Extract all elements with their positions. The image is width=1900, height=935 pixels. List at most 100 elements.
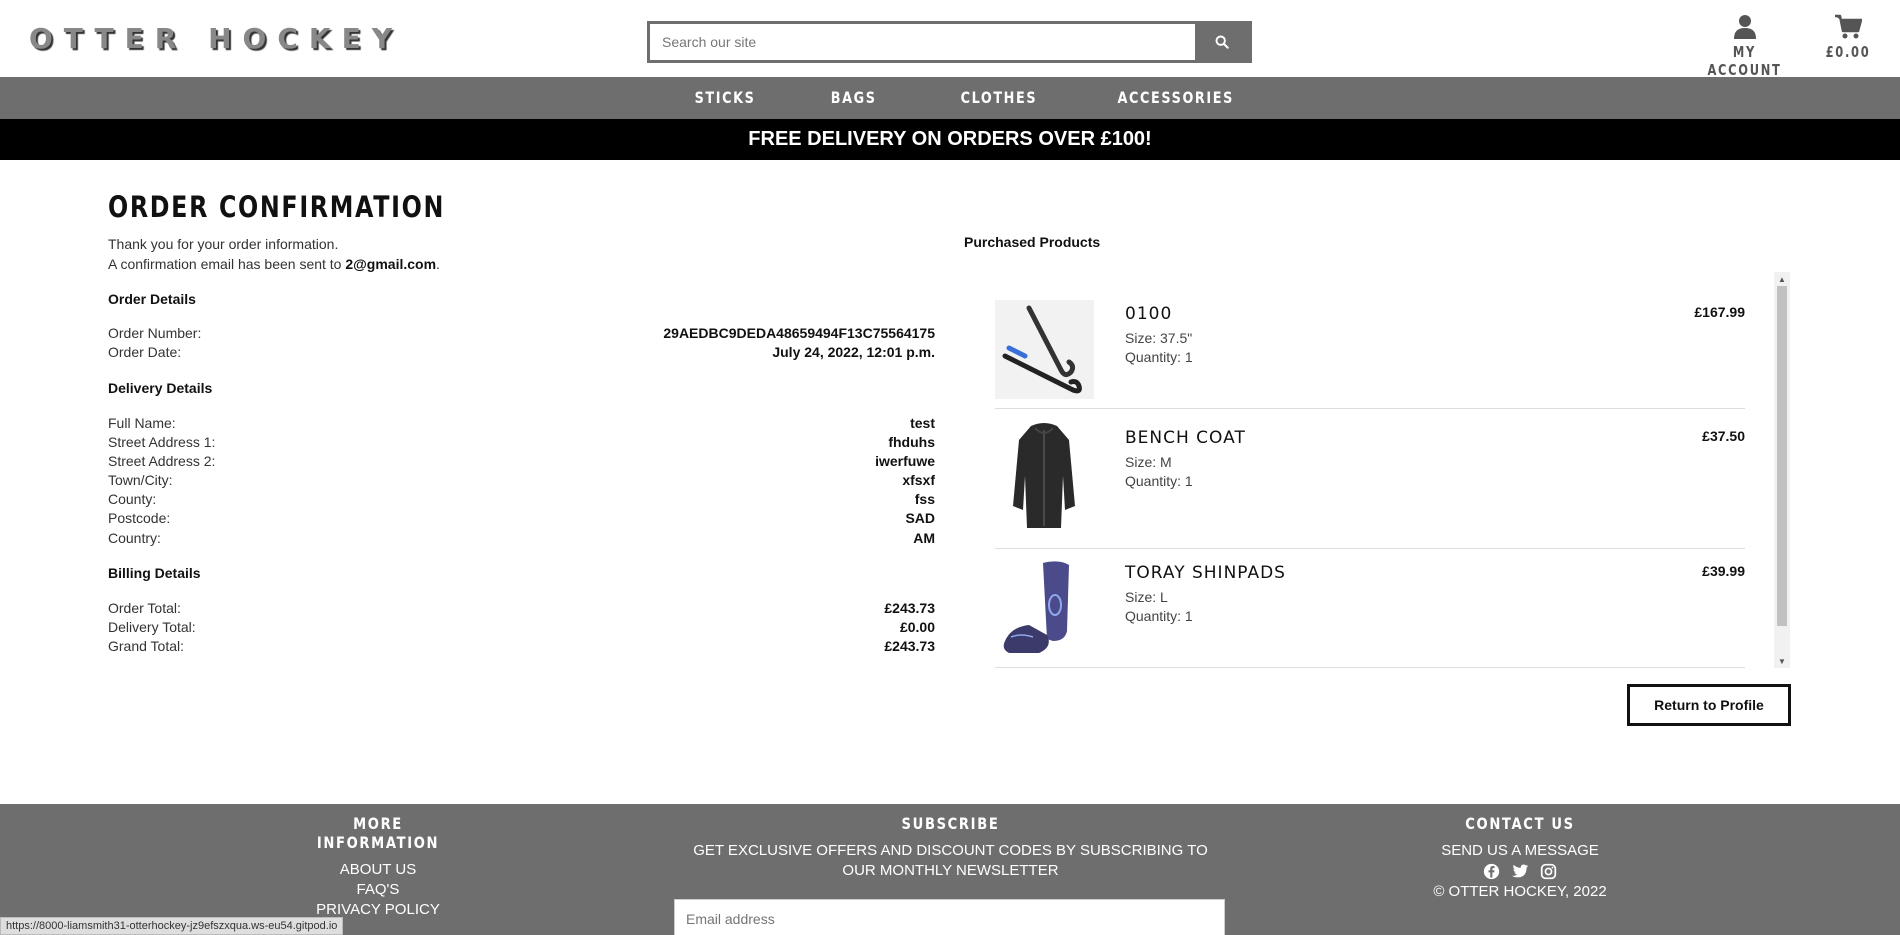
thank-you-text: Thank you for your order information.	[108, 236, 339, 252]
site-header: OTTER HOCKEY MY ACCOUNT £0.00	[0, 0, 1900, 79]
scroll-up-icon[interactable]: ▲	[1774, 272, 1790, 286]
twitter-icon[interactable]	[1511, 863, 1529, 880]
nav-item-accessories[interactable]: ACCESSORIES	[1118, 88, 1234, 107]
delivery-label: Country:	[108, 530, 161, 546]
delivery-row: Street Address 2: iwerfuwe	[108, 453, 935, 469]
delivery-row: County: fss	[108, 491, 935, 507]
product-quantity: Quantity: 1	[1125, 608, 1193, 624]
billing-value: £243.73	[884, 638, 935, 654]
order-intro: Thank you for your order information. A …	[108, 234, 440, 274]
delivery-label: Street Address 2:	[108, 453, 216, 469]
delivery-value: xfsxf	[902, 472, 935, 488]
order-date-label: Order Date:	[108, 344, 182, 360]
billing-value: £0.00	[899, 619, 935, 635]
products-scrollbar[interactable]: ▲ ▼	[1774, 272, 1790, 668]
delivery-value: fss	[914, 491, 935, 507]
product-image[interactable]	[995, 557, 1094, 657]
nav-item-clothes[interactable]: CLOTHES	[961, 88, 1038, 107]
billing-label: Order Total:	[108, 600, 181, 616]
order-number-row: Order Number: 29AEDBC9DEDA48659494F13C75…	[108, 325, 935, 341]
user-icon	[1733, 15, 1756, 39]
product-price: £37.50	[1702, 428, 1745, 444]
product-image[interactable]	[995, 416, 1094, 536]
subscribe-text: GET EXCLUSIVE OFFERS AND DISCOUNT CODES …	[693, 842, 1208, 879]
my-account-label: MY ACCOUNT	[1707, 43, 1782, 79]
delivery-value: fhduhs	[888, 434, 935, 450]
nav-item-bags[interactable]: BAGS	[831, 88, 877, 107]
footer-subscribe: SUBSCRIBE GET EXCLUSIVE OFFERS AND DISCO…	[683, 814, 1218, 881]
delivery-label: Street Address 1:	[108, 434, 216, 450]
billing-row: Delivery Total: £0.00	[108, 619, 935, 635]
search-bar	[647, 21, 1252, 63]
delivery-label: Full Name:	[108, 415, 176, 431]
email-sent-text: A confirmation email has been sent to 2@…	[108, 256, 440, 272]
product-price: £39.99	[1702, 563, 1745, 579]
return-to-profile-button[interactable]: Return to Profile	[1627, 684, 1791, 726]
delivery-value: AM	[913, 530, 935, 546]
billing-label: Grand Total:	[108, 638, 185, 654]
product-quantity: Quantity: 1	[1125, 473, 1193, 489]
about-us-link[interactable]: ABOUT US	[278, 860, 478, 880]
product-name: TORAY SHINPADS	[1125, 563, 1286, 583]
product-item: TORAY SHINPADS Size: L Quantity: 1 £39.9…	[995, 557, 1745, 668]
more-information-heading: MORE INFORMATION	[316, 814, 440, 852]
search-icon	[1215, 35, 1229, 49]
delivery-banner: FREE DELIVERY ON ORDERS OVER £100!	[0, 119, 1900, 160]
nav-item-sticks[interactable]: STICKS	[695, 88, 756, 107]
purchased-products-heading: Purchased Products	[964, 234, 1101, 250]
delivery-row: Street Address 1: fhduhs	[108, 434, 935, 450]
search-button[interactable]	[1195, 24, 1249, 60]
scrollbar-thumb[interactable]	[1777, 286, 1787, 626]
social-links	[1420, 863, 1620, 880]
cart-link[interactable]: £0.00	[1818, 14, 1878, 61]
product-item: 0100 Size: 37.5" Quantity: 1 £167.99	[995, 300, 1745, 409]
delivery-value: SAD	[905, 510, 935, 526]
site-footer: MORE INFORMATION ABOUT US FAQ'S PRIVACY …	[0, 804, 1900, 935]
faqs-link[interactable]: FAQ'S	[278, 880, 478, 900]
delivery-row: Town/City: xfsxf	[108, 472, 935, 488]
hockey-stick-icon	[995, 300, 1094, 399]
cart-total: £0.00	[1825, 43, 1871, 61]
shinpad-icon	[995, 557, 1094, 657]
product-image[interactable]	[995, 300, 1094, 399]
delivery-value: test	[910, 415, 935, 431]
shopping-cart-icon	[1835, 14, 1862, 39]
site-logo[interactable]: OTTER HOCKEY	[29, 22, 403, 55]
scroll-down-icon[interactable]: ▼	[1774, 654, 1790, 668]
my-account-link[interactable]: MY ACCOUNT	[1697, 14, 1792, 79]
delivery-label: County:	[108, 491, 157, 507]
facebook-icon[interactable]	[1483, 863, 1500, 880]
order-date-value: July 24, 2022, 12:01 p.m.	[772, 344, 935, 360]
browser-status-url: https://8000-liamsmith31-otterhockey-jz9…	[0, 917, 344, 935]
footer-more-info: MORE INFORMATION ABOUT US FAQ'S PRIVACY …	[278, 814, 478, 920]
billing-row: Grand Total: £243.73	[108, 638, 935, 654]
order-details-heading: Order Details	[108, 291, 196, 307]
delivery-value: iwerfuwe	[875, 453, 935, 469]
product-size: Size: L	[1125, 589, 1168, 605]
delivery-row: Full Name: test	[108, 415, 935, 431]
contact-us-heading: CONTACT US	[1465, 814, 1575, 833]
search-input[interactable]	[650, 24, 1195, 60]
product-item: BENCH COAT Size: M Quantity: 1 £37.50	[995, 416, 1745, 549]
delivery-row: Country: AM	[108, 530, 935, 546]
main-nav: STICKS BAGS CLOTHES ACCESSORIES	[0, 77, 1900, 119]
product-quantity: Quantity: 1	[1125, 349, 1193, 365]
product-size: Size: 37.5"	[1125, 330, 1193, 346]
delivery-label: Postcode:	[108, 510, 171, 526]
delivery-label: Town/City:	[108, 472, 173, 488]
billing-value: £243.73	[884, 600, 935, 616]
billing-label: Delivery Total:	[108, 619, 196, 635]
newsletter-email-input[interactable]	[674, 899, 1225, 935]
billing-row: Order Total: £243.73	[108, 600, 935, 616]
page-title: ORDER CONFIRMATION	[108, 190, 446, 224]
footer-contact: CONTACT US SEND US A MESSAGE © OTTER HOC…	[1420, 814, 1620, 902]
instagram-icon[interactable]	[1540, 863, 1557, 880]
send-message-link[interactable]: SEND US A MESSAGE	[1420, 841, 1620, 861]
delivery-details-heading: Delivery Details	[108, 380, 213, 396]
order-number-label: Order Number:	[108, 325, 202, 341]
order-date-row: Order Date: July 24, 2022, 12:01 p.m.	[108, 344, 935, 360]
product-name: 0100	[1125, 304, 1173, 324]
purchased-products-list[interactable]: 0100 Size: 37.5" Quantity: 1 £167.99 BEN…	[995, 272, 1788, 668]
copyright-text: © OTTER HOCKEY, 2022	[1433, 883, 1607, 900]
product-price: £167.99	[1694, 304, 1745, 320]
